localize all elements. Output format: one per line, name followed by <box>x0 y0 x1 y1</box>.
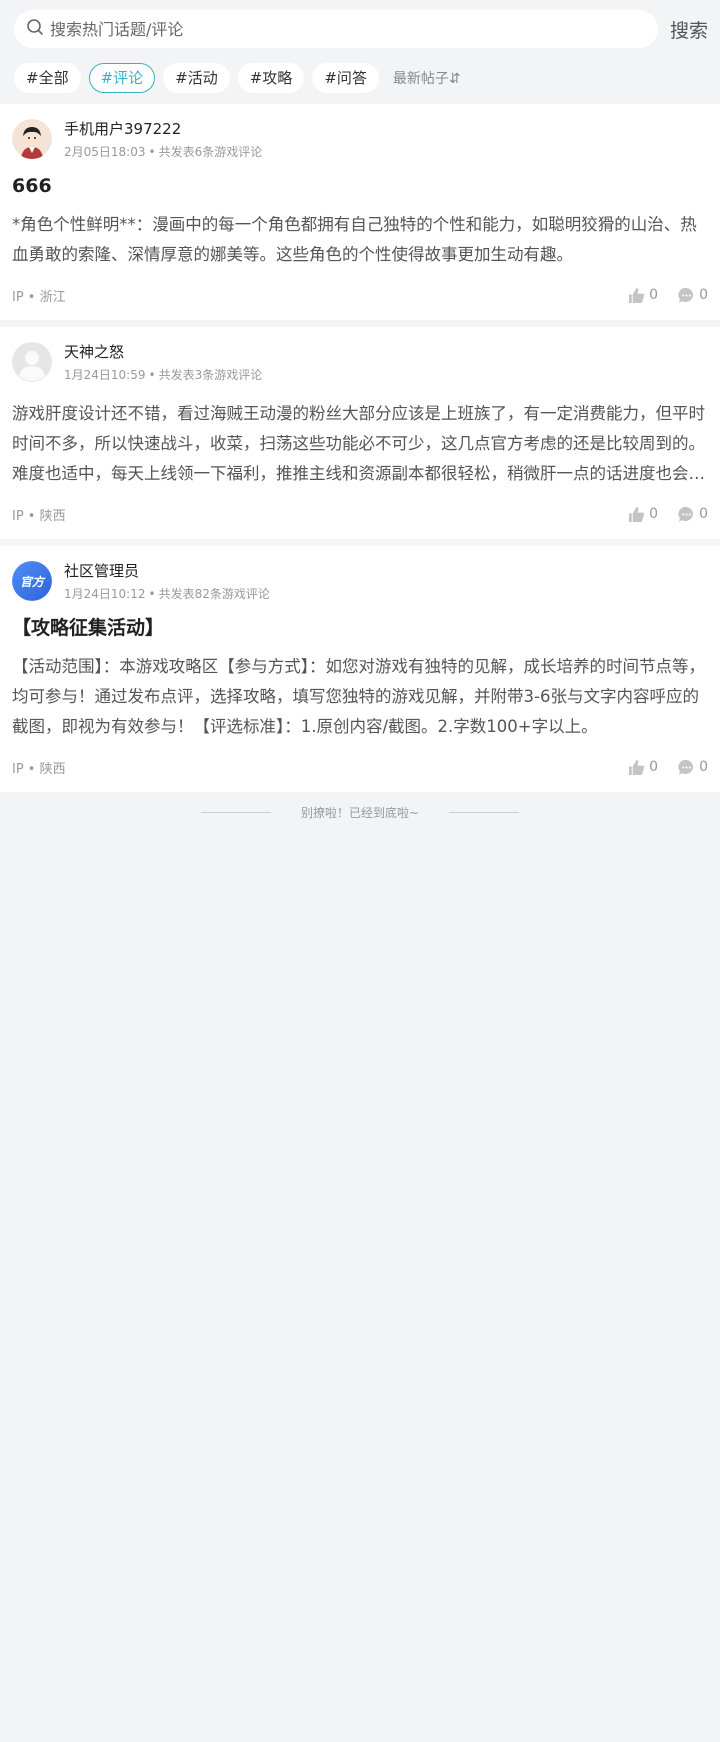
post-subline: 1月24日10:12 • 共发表82条游戏评论 <box>64 586 270 602</box>
end-of-list-text: 别撩啦！已经到底啦~ <box>300 805 420 820</box>
post-footer: IP • 浙江 0 0 <box>12 270 708 320</box>
ip-location: IP • 浙江 <box>12 289 66 305</box>
username[interactable]: 社区管理员 <box>64 561 270 581</box>
header: 搜索 #全部 #评论 #活动 #攻略 #问答 最新帖子⇵ <box>0 0 720 104</box>
review-count: 共发表82条游戏评论 <box>158 586 270 601</box>
search-icon <box>26 18 44 40</box>
end-of-list: 别撩啦！已经到底啦~ <box>0 792 720 832</box>
like-button[interactable]: 0 <box>628 759 658 776</box>
official-avatar[interactable]: 官方 <box>12 561 52 601</box>
divider <box>449 811 520 813</box>
post-subline: 2月05日18:03 • 共发表6条游戏评论 <box>64 144 262 160</box>
post-footer: IP • 陕西 0 0 <box>12 742 708 792</box>
search-box[interactable] <box>14 10 658 48</box>
comment-count: 0 <box>699 759 708 775</box>
tag-qa[interactable]: #问答 <box>312 63 379 93</box>
username[interactable]: 手机用户397222 <box>64 119 262 139</box>
post-card[interactable]: 天神之怒 1月24日10:59 • 共发表3条游戏评论 游戏肝度设计还不错，看过海贼… <box>0 327 720 539</box>
divider <box>200 811 271 813</box>
post-subline: 1月24日10:59 • 共发表3条游戏评论 <box>64 367 262 383</box>
post-date: 2月05日18:03 <box>64 144 146 159</box>
username[interactable]: 天神之怒 <box>64 342 262 362</box>
tag-guide[interactable]: #攻略 <box>237 63 305 93</box>
comment-button[interactable]: 0 <box>678 759 708 776</box>
avatar[interactable] <box>12 342 52 382</box>
tag-filter-row: #全部 #评论 #活动 #攻略 #问答 最新帖子⇵ <box>14 63 708 93</box>
like-count: 0 <box>649 759 659 775</box>
post-date: 1月24日10:12 <box>64 586 146 601</box>
thumbs-up-icon <box>629 287 645 303</box>
post-body[interactable]: 【活动范围】：本游戏攻略区【参与方式】：如您对游戏有独特的见解，成长培养的时间节… <box>12 652 708 742</box>
avatar[interactable] <box>12 119 52 159</box>
post-header: 官方 社区管理员 1月24日10:12 • 共发表82条游戏评论 <box>12 560 708 602</box>
post-header: 天神之怒 1月24日10:59 • 共发表3条游戏评论 <box>12 341 708 383</box>
post-card[interactable]: 官方 社区管理员 1月24日10:12 • 共发表82条游戏评论 【攻略征集活动】 … <box>0 546 720 792</box>
like-count: 0 <box>649 506 659 522</box>
like-button[interactable]: 0 <box>628 287 658 304</box>
comment-button[interactable]: 0 <box>678 506 708 523</box>
like-count: 0 <box>649 287 659 303</box>
search-input[interactable] <box>50 19 658 39</box>
comment-button[interactable]: 0 <box>678 287 708 304</box>
sort-latest-button[interactable]: 最新帖子⇵ <box>393 68 461 88</box>
separator-dot: • <box>148 367 156 382</box>
thumbs-up-icon <box>629 759 645 775</box>
ip-location: IP • 陕西 <box>12 508 66 524</box>
post-meta: 手机用户397222 2月05日18:03 • 共发表6条游戏评论 <box>64 119 262 160</box>
post-title[interactable]: 【攻略征集活动】 <box>12 614 708 642</box>
review-count: 共发表3条游戏评论 <box>158 367 263 382</box>
search-row: 搜索 <box>14 10 708 48</box>
comment-count: 0 <box>699 506 708 522</box>
post-meta: 天神之怒 1月24日10:59 • 共发表3条游戏评论 <box>64 342 262 383</box>
post-body[interactable]: 游戏肝度设计还不错，看过海贼王动漫的粉丝大部分应该是上班族了，有一定消费能力，但… <box>12 399 708 489</box>
post-meta: 社区管理员 1月24日10:12 • 共发表82条游戏评论 <box>64 561 270 602</box>
comment-count: 0 <box>699 287 708 303</box>
like-button[interactable]: 0 <box>628 506 658 523</box>
tag-activity[interactable]: #活动 <box>163 63 230 93</box>
review-count: 共发表6条游戏评论 <box>158 144 263 159</box>
official-badge-text: 官方 <box>20 575 46 589</box>
post-footer: IP • 陕西 0 0 <box>12 489 708 539</box>
comment-icon <box>678 506 694 522</box>
ip-location: IP • 陕西 <box>12 761 66 777</box>
thumbs-up-icon <box>629 506 645 522</box>
tag-all[interactable]: #全部 <box>14 63 81 93</box>
post-title[interactable]: 666 <box>12 172 708 200</box>
search-button[interactable]: 搜索 <box>668 16 708 43</box>
tag-review[interactable]: #评论 <box>88 63 156 93</box>
post-header: 手机用户397222 2月05日18:03 • 共发表6条游戏评论 <box>12 118 708 160</box>
separator-dot: • <box>148 144 156 159</box>
comment-icon <box>678 287 694 303</box>
post-body[interactable]: *角色个性鲜明**：漫画中的每一个角色都拥有自己独特的个性和能力，如聪明狡猾的山… <box>12 210 708 270</box>
post-card[interactable]: 手机用户397222 2月05日18:03 • 共发表6条游戏评论 666 *角色个… <box>0 104 720 320</box>
comment-icon <box>678 759 694 775</box>
post-date: 1月24日10:59 <box>64 367 146 382</box>
separator-dot: • <box>148 586 156 601</box>
